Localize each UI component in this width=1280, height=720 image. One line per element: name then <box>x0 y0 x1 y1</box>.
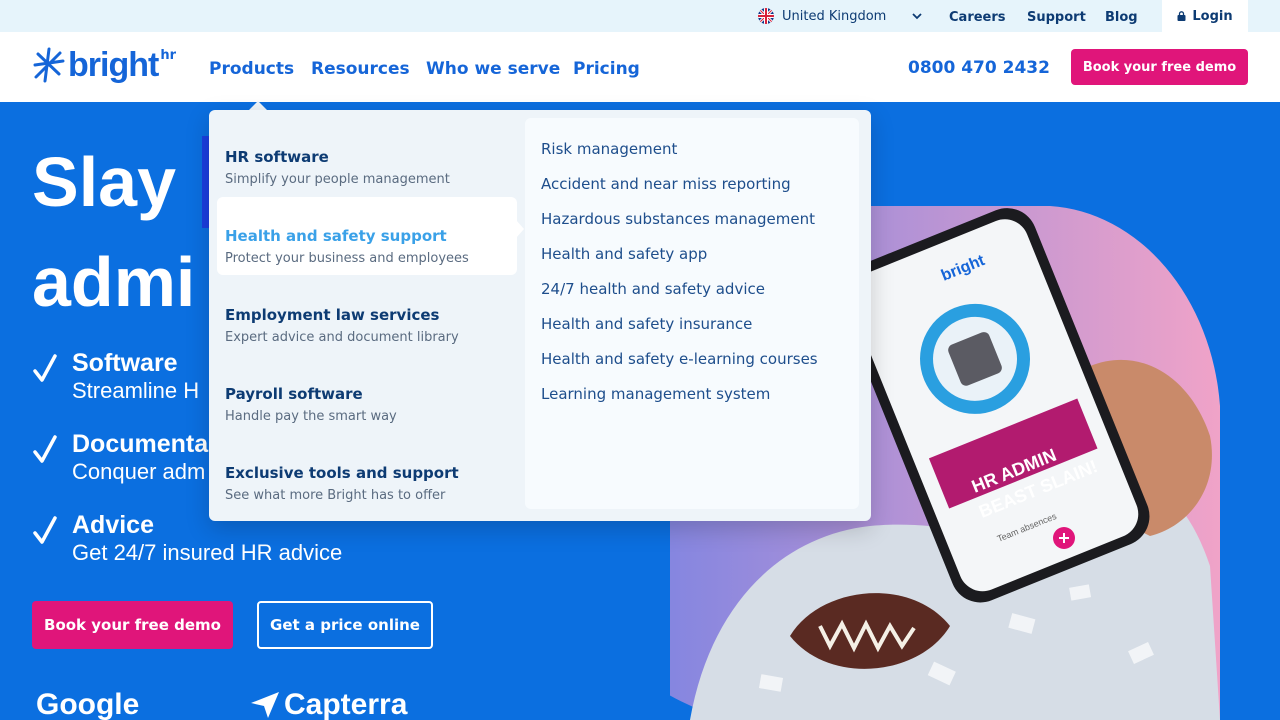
login-label: Login <box>1192 8 1233 24</box>
checkmark-icon <box>33 435 57 463</box>
main-header: bright hr Products Resources Who we serv… <box>0 32 1280 102</box>
dropdown-item-description: See what more Bright has to offer <box>225 488 446 503</box>
dropdown-item-payroll[interactable]: Payroll software Handle pay the smart wa… <box>217 355 517 433</box>
checkmark-icon <box>33 354 57 382</box>
uk-flag-icon <box>758 8 774 24</box>
starburst-icon <box>33 47 65 83</box>
book-demo-button[interactable]: Book your free demo <box>1071 49 1248 85</box>
nav-pricing[interactable]: Pricing <box>573 59 640 79</box>
google-logo: Google <box>36 688 139 720</box>
chevron-down-icon[interactable] <box>910 9 924 23</box>
feature-title: Advice <box>72 511 154 539</box>
region-selector[interactable]: United Kingdom <box>758 7 886 25</box>
link-accident-reporting[interactable]: Accident and near miss reporting <box>541 175 791 193</box>
support-link[interactable]: Support <box>1027 10 1086 25</box>
feature-subtitle: Get 24/7 insured HR advice <box>72 540 343 565</box>
dropdown-item-title: HR software <box>225 148 329 166</box>
products-dropdown: HR software Simplify your people managem… <box>209 110 871 521</box>
capterra-logo-text: Capterra <box>284 688 408 720</box>
active-item-caret <box>516 220 524 238</box>
dropdown-item-description: Expert advice and document library <box>225 330 459 345</box>
link-hazardous-substances[interactable]: Hazardous substances management <box>541 210 815 228</box>
hero-title-line-1: Slay <box>32 143 176 221</box>
blog-link[interactable]: Blog <box>1105 10 1138 25</box>
dropdown-item-description: Handle pay the smart way <box>225 409 397 424</box>
feature-title: Software <box>72 349 178 377</box>
logo-text: bright <box>68 46 159 84</box>
utility-bar: United Kingdom Careers Support Blog Logi… <box>0 0 1280 32</box>
dropdown-item-health-safety[interactable]: Health and safety support Protect your b… <box>217 197 517 275</box>
logo-suffix: hr <box>160 48 176 63</box>
link-health-safety-insurance[interactable]: Health and safety insurance <box>541 315 752 333</box>
dropdown-item-title: Employment law services <box>225 306 440 324</box>
dropdown-item-description: Protect your business and employees <box>225 251 469 266</box>
feature-subtitle: Conquer adm <box>72 459 206 484</box>
capterra-arrow-icon <box>251 692 279 718</box>
hero-book-demo-button[interactable]: Book your free demo <box>32 601 233 649</box>
google-logo-text: Google <box>36 688 140 720</box>
dropdown-item-exclusive-tools[interactable]: Exclusive tools and support See what mor… <box>217 434 517 512</box>
capterra-logo: Capterra <box>250 688 407 720</box>
nav-resources[interactable]: Resources <box>311 59 410 79</box>
login-button[interactable]: Login <box>1162 0 1248 32</box>
region-label: United Kingdom <box>782 8 887 24</box>
dropdown-item-title: Health and safety support <box>225 227 447 245</box>
dropdown-item-title: Exclusive tools and support <box>225 464 459 482</box>
dropdown-item-hr-software[interactable]: HR software Simplify your people managem… <box>217 118 517 196</box>
lock-icon <box>1177 11 1186 21</box>
feature-subtitle: Streamline H <box>72 378 200 403</box>
phone-number[interactable]: 0800 470 2432 <box>908 58 1050 78</box>
link-health-safety-app[interactable]: Health and safety app <box>541 245 707 263</box>
link-health-safety-advice[interactable]: 24/7 health and safety advice <box>541 280 765 298</box>
hero-title-line-2: admi <box>32 243 196 321</box>
checkmark-icon <box>33 516 57 544</box>
dropdown-item-title: Payroll software <box>225 385 363 403</box>
dropdown-item-description: Simplify your people management <box>225 172 450 187</box>
careers-link[interactable]: Careers <box>949 10 1006 25</box>
feature-title: Documenta <box>72 430 209 458</box>
dropdown-item-employment-law[interactable]: Employment law services Expert advice an… <box>217 276 517 354</box>
nav-who-we-serve[interactable]: Who we serve <box>426 59 560 79</box>
link-learning-management[interactable]: Learning management system <box>541 385 770 403</box>
link-risk-management[interactable]: Risk management <box>541 140 677 158</box>
link-e-learning-courses[interactable]: Health and safety e-learning courses <box>541 350 818 368</box>
dropdown-links-panel: Risk management Accident and near miss r… <box>525 118 859 509</box>
nav-products[interactable]: Products <box>209 59 294 79</box>
brighthr-logo[interactable]: bright hr <box>32 46 176 86</box>
get-price-button[interactable]: Get a price online <box>257 601 433 649</box>
